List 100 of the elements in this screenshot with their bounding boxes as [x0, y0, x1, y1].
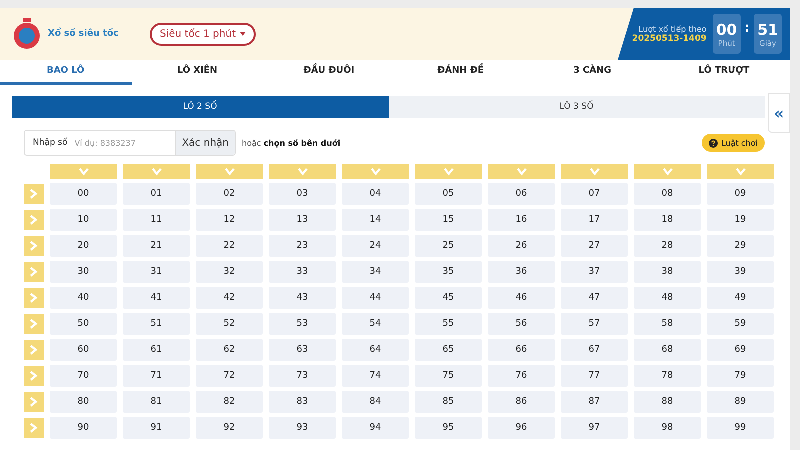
number-cell[interactable]: 69 — [707, 339, 774, 361]
number-cell[interactable]: 65 — [415, 339, 482, 361]
number-cell[interactable]: 18 — [634, 209, 701, 231]
subtab[interactable]: LÔ 3 SỐ — [388, 96, 765, 118]
number-cell[interactable]: 62 — [196, 339, 263, 361]
number-cell[interactable]: 74 — [342, 365, 409, 387]
number-cell[interactable]: 96 — [488, 417, 555, 439]
number-cell[interactable]: 86 — [488, 391, 555, 413]
number-cell[interactable]: 81 — [123, 391, 190, 413]
number-cell[interactable]: 98 — [634, 417, 701, 439]
number-cell[interactable]: 28 — [634, 235, 701, 257]
number-cell[interactable]: 04 — [342, 183, 409, 205]
number-cell[interactable]: 88 — [634, 391, 701, 413]
column-select-button[interactable] — [707, 164, 774, 179]
number-cell[interactable]: 15 — [415, 209, 482, 231]
number-cell[interactable]: 16 — [488, 209, 555, 231]
row-select-button[interactable] — [24, 262, 44, 282]
number-cell[interactable]: 99 — [707, 417, 774, 439]
number-cell[interactable]: 46 — [488, 287, 555, 309]
number-cell[interactable]: 47 — [561, 287, 628, 309]
number-cell[interactable]: 76 — [488, 365, 555, 387]
number-cell[interactable]: 97 — [561, 417, 628, 439]
number-cell[interactable]: 87 — [561, 391, 628, 413]
number-cell[interactable]: 02 — [196, 183, 263, 205]
column-select-button[interactable] — [415, 164, 482, 179]
number-cell[interactable]: 57 — [561, 313, 628, 335]
row-select-button[interactable] — [24, 366, 44, 386]
number-cell[interactable]: 71 — [123, 365, 190, 387]
number-cell[interactable]: 09 — [707, 183, 774, 205]
number-cell[interactable]: 85 — [415, 391, 482, 413]
number-cell[interactable]: 30 — [50, 261, 117, 283]
number-cell[interactable]: 93 — [269, 417, 336, 439]
number-cell[interactable]: 89 — [707, 391, 774, 413]
number-cell[interactable]: 19 — [707, 209, 774, 231]
column-select-button[interactable] — [488, 164, 555, 179]
number-cell[interactable]: 51 — [123, 313, 190, 335]
number-cell[interactable]: 14 — [342, 209, 409, 231]
number-cell[interactable]: 21 — [123, 235, 190, 257]
number-cell[interactable]: 77 — [561, 365, 628, 387]
number-cell[interactable]: 52 — [196, 313, 263, 335]
number-cell[interactable]: 42 — [196, 287, 263, 309]
number-cell[interactable]: 31 — [123, 261, 190, 283]
number-cell[interactable]: 06 — [488, 183, 555, 205]
number-cell[interactable]: 84 — [342, 391, 409, 413]
column-select-button[interactable] — [50, 164, 117, 179]
number-cell[interactable]: 27 — [561, 235, 628, 257]
number-cell[interactable]: 49 — [707, 287, 774, 309]
number-cell[interactable]: 66 — [488, 339, 555, 361]
number-cell[interactable]: 12 — [196, 209, 263, 231]
number-cell[interactable]: 56 — [488, 313, 555, 335]
row-select-button[interactable] — [24, 418, 44, 438]
number-cell[interactable]: 05 — [415, 183, 482, 205]
collapse-button[interactable]: « — [768, 93, 790, 133]
row-select-button[interactable] — [24, 288, 44, 308]
number-cell[interactable]: 45 — [415, 287, 482, 309]
number-cell[interactable]: 37 — [561, 261, 628, 283]
number-cell[interactable]: 55 — [415, 313, 482, 335]
number-cell[interactable]: 64 — [342, 339, 409, 361]
column-select-button[interactable] — [634, 164, 701, 179]
number-cell[interactable]: 26 — [488, 235, 555, 257]
number-cell[interactable]: 92 — [196, 417, 263, 439]
number-cell[interactable]: 43 — [269, 287, 336, 309]
number-cell[interactable]: 25 — [415, 235, 482, 257]
number-cell[interactable]: 50 — [50, 313, 117, 335]
number-cell[interactable]: 17 — [561, 209, 628, 231]
number-cell[interactable]: 29 — [707, 235, 774, 257]
number-cell[interactable]: 79 — [707, 365, 774, 387]
number-cell[interactable]: 38 — [634, 261, 701, 283]
row-select-button[interactable] — [24, 210, 44, 230]
number-cell[interactable]: 78 — [634, 365, 701, 387]
number-cell[interactable]: 10 — [50, 209, 117, 231]
mode-dropdown[interactable]: Siêu tốc 1 phút — [150, 22, 256, 46]
column-select-button[interactable] — [123, 164, 190, 179]
column-select-button[interactable] — [269, 164, 336, 179]
number-cell[interactable]: 75 — [415, 365, 482, 387]
row-select-button[interactable] — [24, 340, 44, 360]
number-cell[interactable]: 82 — [196, 391, 263, 413]
number-cell[interactable]: 33 — [269, 261, 336, 283]
number-cell[interactable]: 22 — [196, 235, 263, 257]
number-cell[interactable]: 80 — [50, 391, 117, 413]
number-cell[interactable]: 44 — [342, 287, 409, 309]
number-cell[interactable]: 68 — [634, 339, 701, 361]
number-cell[interactable]: 32 — [196, 261, 263, 283]
subtab[interactable]: LÔ 2 SỐ — [12, 96, 388, 118]
column-select-button[interactable] — [561, 164, 628, 179]
number-cell[interactable]: 54 — [342, 313, 409, 335]
number-cell[interactable]: 63 — [269, 339, 336, 361]
confirm-button[interactable]: Xác nhận — [175, 131, 235, 155]
number-cell[interactable]: 34 — [342, 261, 409, 283]
row-select-button[interactable] — [24, 392, 44, 412]
number-cell[interactable]: 36 — [488, 261, 555, 283]
number-cell[interactable]: 41 — [123, 287, 190, 309]
number-cell[interactable]: 35 — [415, 261, 482, 283]
number-cell[interactable]: 24 — [342, 235, 409, 257]
number-cell[interactable]: 90 — [50, 417, 117, 439]
number-cell[interactable]: 20 — [50, 235, 117, 257]
number-cell[interactable]: 67 — [561, 339, 628, 361]
number-cell[interactable]: 72 — [196, 365, 263, 387]
column-select-button[interactable] — [342, 164, 409, 179]
number-cell[interactable]: 60 — [50, 339, 117, 361]
